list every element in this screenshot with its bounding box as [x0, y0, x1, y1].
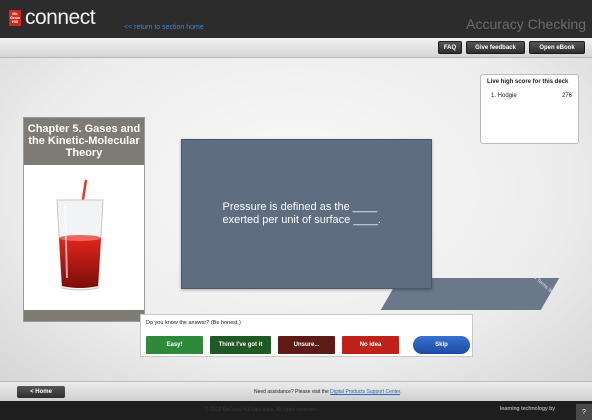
- connect-logo[interactable]: Mc Graw Hill connect: [9, 6, 96, 29]
- assistance-prefix: Need assistance? Please visit the: [254, 389, 331, 395]
- toolbar: FAQ Give feedback Open eBook: [0, 38, 592, 58]
- high-score-name: 1. Hodgie: [491, 93, 517, 99]
- assistance-text: Need assistance? Please visit the Digita…: [254, 389, 402, 395]
- answer-prompt: Do you know the answer? (Be honest.): [146, 320, 241, 326]
- high-score-panel: Live high score for this deck 1. Hodgie …: [480, 74, 579, 144]
- high-score-value: 276: [561, 93, 572, 99]
- return-to-section-link[interactable]: << return to section home: [124, 24, 204, 31]
- easy-button[interactable]: Easy!: [146, 336, 203, 354]
- high-score-row: 1. Hodgie 276: [487, 93, 572, 99]
- faq-button[interactable]: FAQ: [438, 41, 462, 54]
- think-ive-got-it-button[interactable]: Think I've got it: [210, 336, 271, 354]
- logo-text: connect: [25, 6, 96, 29]
- skip-button[interactable]: Skip: [413, 336, 470, 354]
- chapter-card: Chapter 5. Gases and the Kinetic-Molecul…: [23, 117, 145, 322]
- logo-mark-line-3: Hill: [11, 19, 19, 24]
- footer: © 2013 McGraw-Hill Education. All rights…: [0, 401, 592, 420]
- learning-technology-label: learning technology by: [500, 406, 556, 412]
- chapter-title: Chapter 5. Gases and the Kinetic-Molecul…: [24, 118, 144, 165]
- top-bar: Mc Graw Hill connect << return to sectio…: [0, 0, 592, 38]
- copyright-text: © 2013 McGraw-Hill Education. All rights…: [205, 407, 318, 413]
- flashcard-question: Pressure is defined as the ____ exerted …: [222, 201, 381, 226]
- assignment-title: Accuracy Checking: [466, 16, 586, 32]
- chapter-card-footer: [24, 310, 144, 321]
- home-button[interactable]: < Home: [17, 386, 65, 398]
- unsure-button[interactable]: Unsure...: [278, 336, 335, 354]
- high-score-title: Live high score for this deck: [487, 79, 569, 85]
- bottom-bar: < Home Need assistance? Please visit the…: [0, 381, 592, 401]
- mcgraw-hill-logo-icon: Mc Graw Hill: [9, 10, 21, 26]
- help-icon[interactable]: ?: [576, 404, 592, 420]
- flashcard[interactable]: Pressure is defined as the ____ exerted …: [181, 139, 432, 289]
- support-center-link[interactable]: Digital Products Support Center: [330, 389, 400, 395]
- give-feedback-button[interactable]: Give feedback: [466, 41, 525, 54]
- answer-panel: Do you know the answer? (Be honest.) Eas…: [140, 314, 473, 357]
- no-idea-button[interactable]: No idea: [342, 336, 399, 354]
- open-ebook-button[interactable]: Open eBook: [529, 41, 585, 54]
- glass-of-red-liquid-image: [56, 179, 104, 291]
